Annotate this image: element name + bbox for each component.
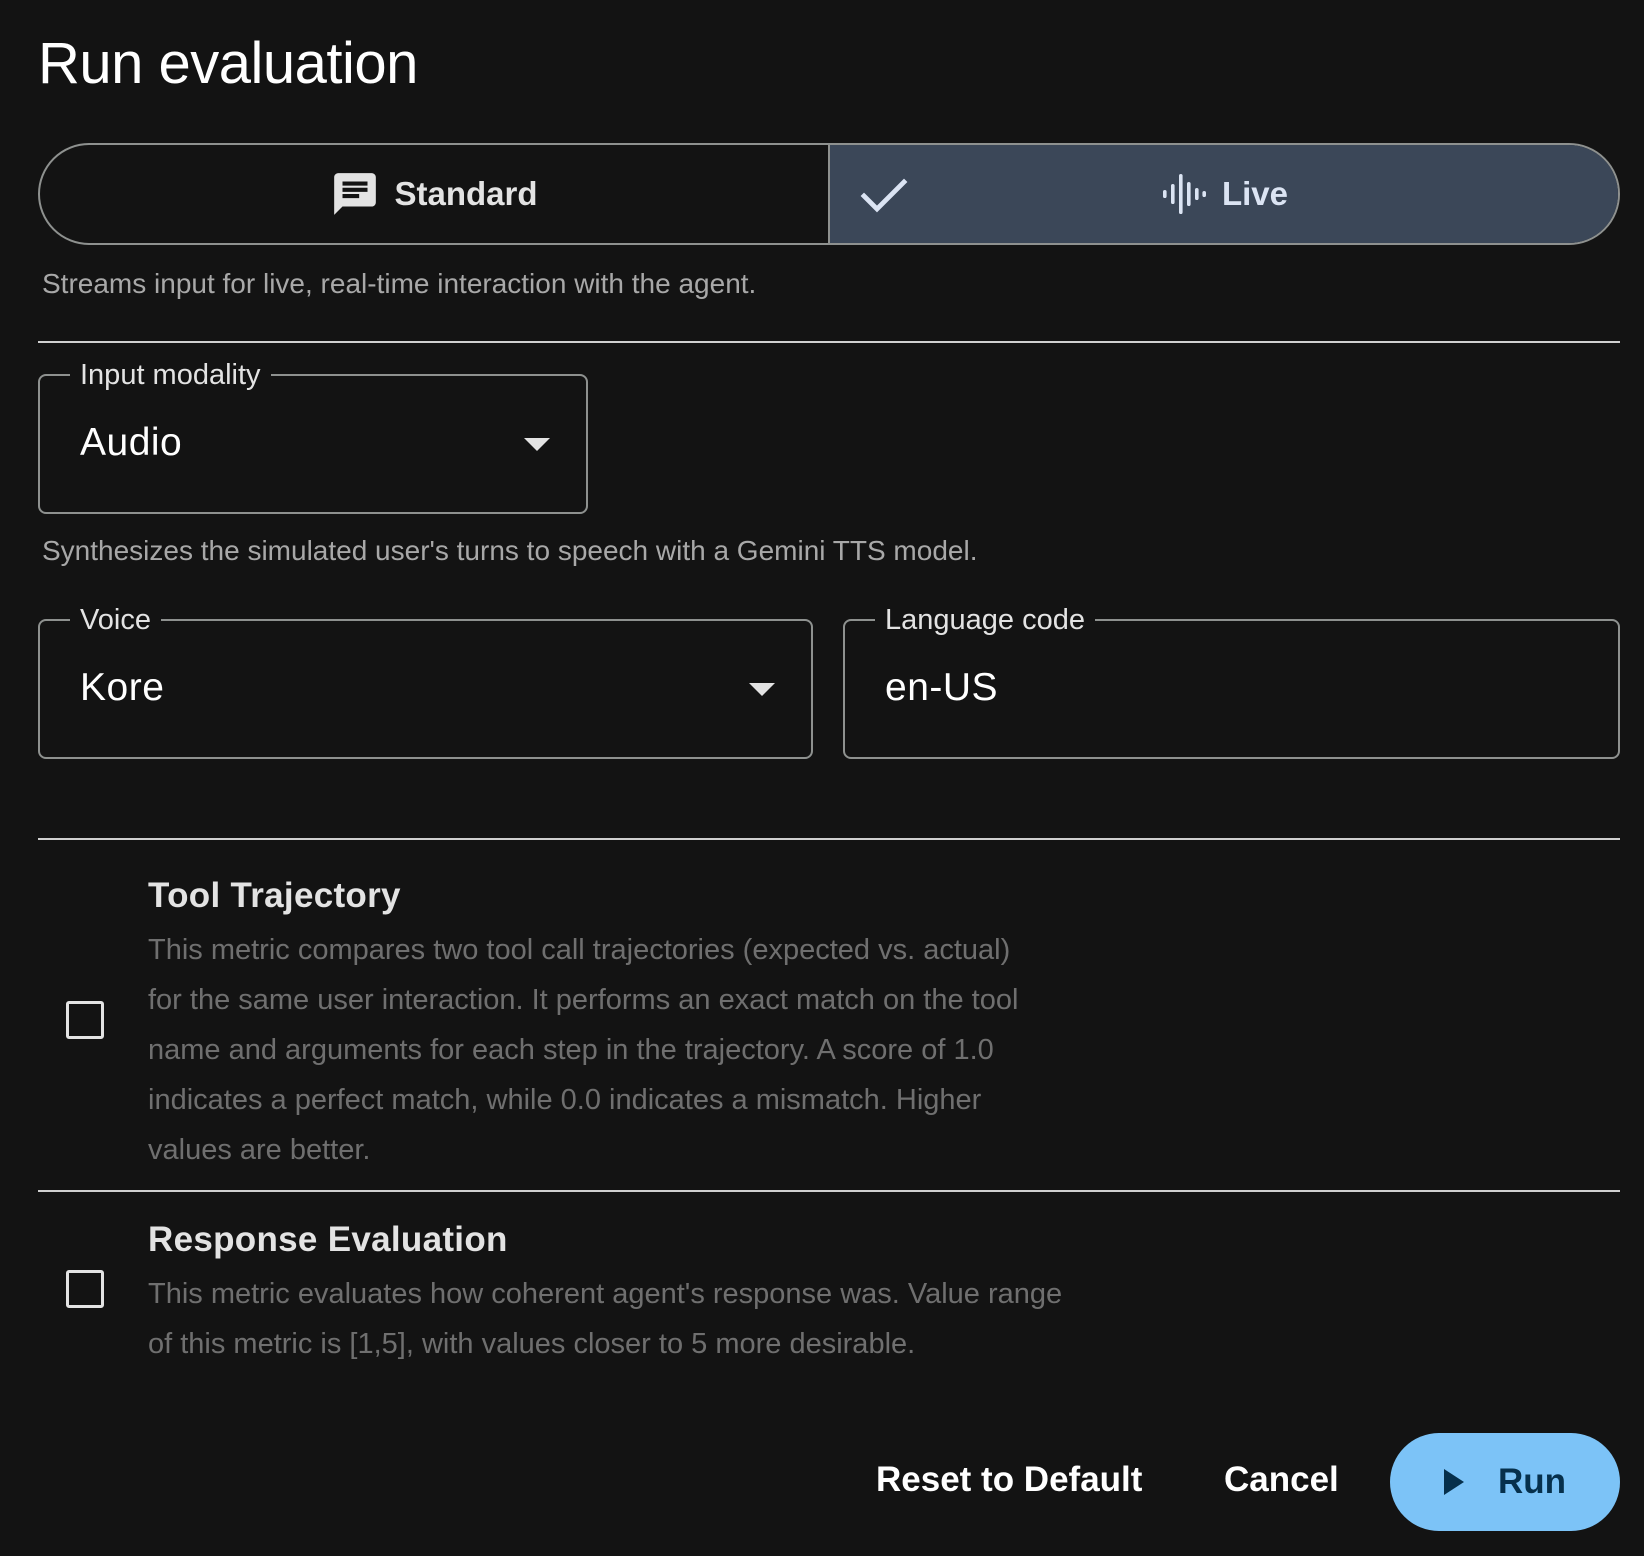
voice-select[interactable]: Voice Kore bbox=[38, 600, 813, 759]
mode-option-standard[interactable]: Standard bbox=[40, 145, 830, 243]
chat-icon bbox=[330, 169, 380, 219]
metric-description-line: name and arguments for each step in the … bbox=[148, 1034, 994, 1066]
input-modality-value: Audio bbox=[80, 421, 183, 464]
reset-to-default-button[interactable]: Reset to Default bbox=[876, 1460, 1142, 1500]
check-icon bbox=[860, 175, 908, 215]
metric-description: This metric compares two tool call traje… bbox=[148, 925, 1158, 1175]
metric-tool-trajectory: Tool Trajectory This metric compares two… bbox=[38, 838, 1620, 1190]
cancel-button[interactable]: Cancel bbox=[1224, 1460, 1339, 1500]
metric-description-line: values are better. bbox=[148, 1134, 371, 1166]
metric-response-evaluation: Response Evaluation This metric evaluate… bbox=[38, 1190, 1620, 1380]
tool-trajectory-checkbox[interactable] bbox=[66, 1001, 104, 1039]
voice-label: Voice bbox=[70, 600, 161, 640]
language-code-input[interactable]: en-US bbox=[885, 666, 998, 710]
input-modality-label: Input modality bbox=[70, 355, 271, 395]
run-evaluation-dialog: Run evaluation Standard Live Streams inp… bbox=[0, 0, 1644, 1556]
metric-description: This metric evaluates how coherent agent… bbox=[148, 1269, 1158, 1369]
dropdown-arrow-icon bbox=[749, 683, 775, 696]
metric-title: Response Evaluation bbox=[148, 1220, 508, 1259]
mode-description: Streams input for live, real-time intera… bbox=[42, 268, 757, 299]
metric-description-line: indicates a perfect match, while 0.0 ind… bbox=[148, 1084, 982, 1116]
metric-description-line: This metric evaluates how coherent agent… bbox=[148, 1278, 1063, 1310]
mode-toggle: Standard Live bbox=[38, 143, 1620, 245]
voice-value: Kore bbox=[80, 666, 165, 709]
mode-option-label: Standard bbox=[394, 175, 538, 212]
response-evaluation-checkbox[interactable] bbox=[66, 1270, 104, 1308]
dropdown-arrow-icon bbox=[524, 438, 550, 451]
input-modality-description: Synthesizes the simulated user's turns t… bbox=[42, 535, 978, 566]
input-modality-select[interactable]: Input modality Audio bbox=[38, 355, 588, 514]
mode-option-live[interactable]: Live bbox=[830, 145, 1618, 243]
run-button[interactable]: Run bbox=[1390, 1433, 1620, 1531]
audio-waveform-icon bbox=[1160, 170, 1208, 218]
mode-option-label: Live bbox=[1221, 175, 1289, 212]
metric-title: Tool Trajectory bbox=[148, 876, 401, 915]
language-code-label: Language code bbox=[875, 600, 1095, 640]
language-code-field[interactable]: Language code en-US bbox=[843, 600, 1620, 759]
metric-description-line: for the same user interaction. It perfor… bbox=[148, 984, 1019, 1016]
metric-description-line: This metric compares two tool call traje… bbox=[148, 934, 1011, 966]
metric-description-line: of this metric is [1,5], with values clo… bbox=[148, 1328, 916, 1360]
divider bbox=[38, 341, 1620, 343]
play-icon bbox=[1443, 1469, 1464, 1495]
run-button-label: Run bbox=[1497, 1462, 1567, 1501]
dialog-title: Run evaluation bbox=[38, 31, 418, 96]
